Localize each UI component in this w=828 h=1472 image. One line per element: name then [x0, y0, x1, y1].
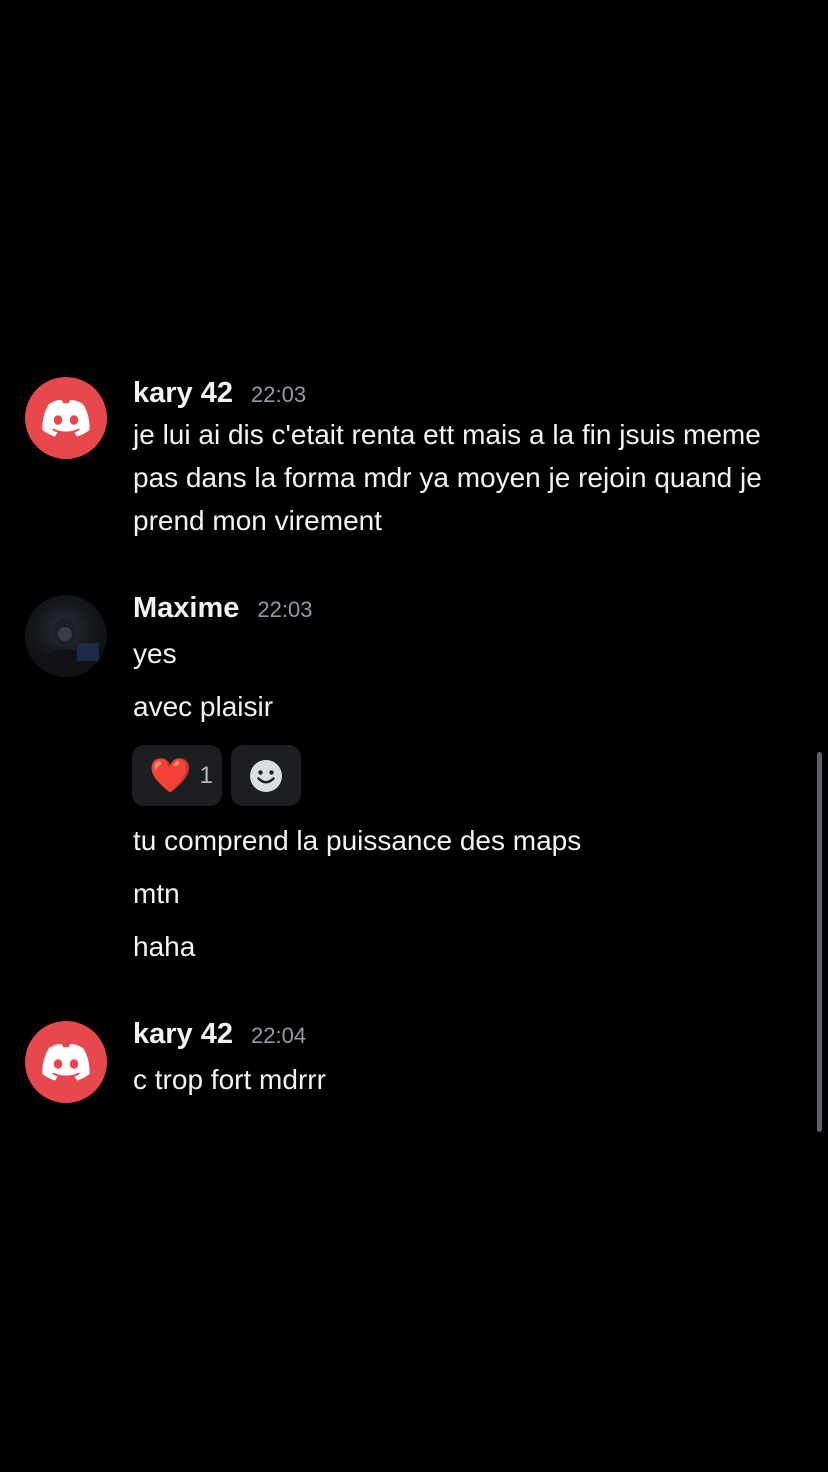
username[interactable]: kary 42 — [133, 1018, 233, 1051]
message-text[interactable]: yes — [133, 636, 177, 672]
add-reaction-icon — [250, 759, 282, 792]
reactions-bar: ❤️ 1 — [132, 745, 301, 806]
message-header: kary 42 22:03 — [133, 377, 798, 413]
avatar[interactable] — [25, 1021, 107, 1103]
timestamp: 22:03 — [257, 597, 313, 622]
discord-logo-icon — [42, 400, 90, 437]
message-text[interactable]: haha — [133, 929, 195, 965]
username[interactable]: Maxime — [133, 592, 239, 625]
chat-message-list[interactable]: kary 42 22:03 je lui ai dis c'etait rent… — [0, 0, 828, 1472]
heart-emoji: ❤️ — [149, 756, 192, 795]
message-text[interactable]: je lui ai dis c'etait renta ett mais a l… — [133, 413, 798, 542]
timestamp: 22:04 — [251, 1023, 307, 1048]
reaction-count: 1 — [199, 761, 213, 789]
message-text[interactable]: c trop fort mdrrr — [133, 1062, 326, 1098]
message-text[interactable]: avec plaisir — [133, 689, 273, 725]
add-reaction-button[interactable] — [231, 745, 301, 806]
username[interactable]: kary 42 — [133, 377, 233, 410]
timestamp: 22:03 — [251, 382, 307, 407]
message-text[interactable]: mtn — [133, 876, 180, 912]
message-header: Maxime 22:03 — [133, 592, 312, 628]
message-text[interactable]: tu comprend la puissance des maps — [133, 823, 581, 859]
user-photo-icon — [39, 618, 99, 677]
discord-logo-icon — [42, 1044, 90, 1081]
message-header: kary 42 22:04 — [133, 1018, 306, 1054]
avatar[interactable] — [25, 595, 107, 677]
reaction-heart[interactable]: ❤️ 1 — [132, 745, 222, 806]
message-content: kary 42 22:03 je lui ai dis c'etait rent… — [133, 377, 798, 542]
scrollbar[interactable] — [817, 752, 822, 1132]
avatar[interactable] — [25, 377, 107, 459]
